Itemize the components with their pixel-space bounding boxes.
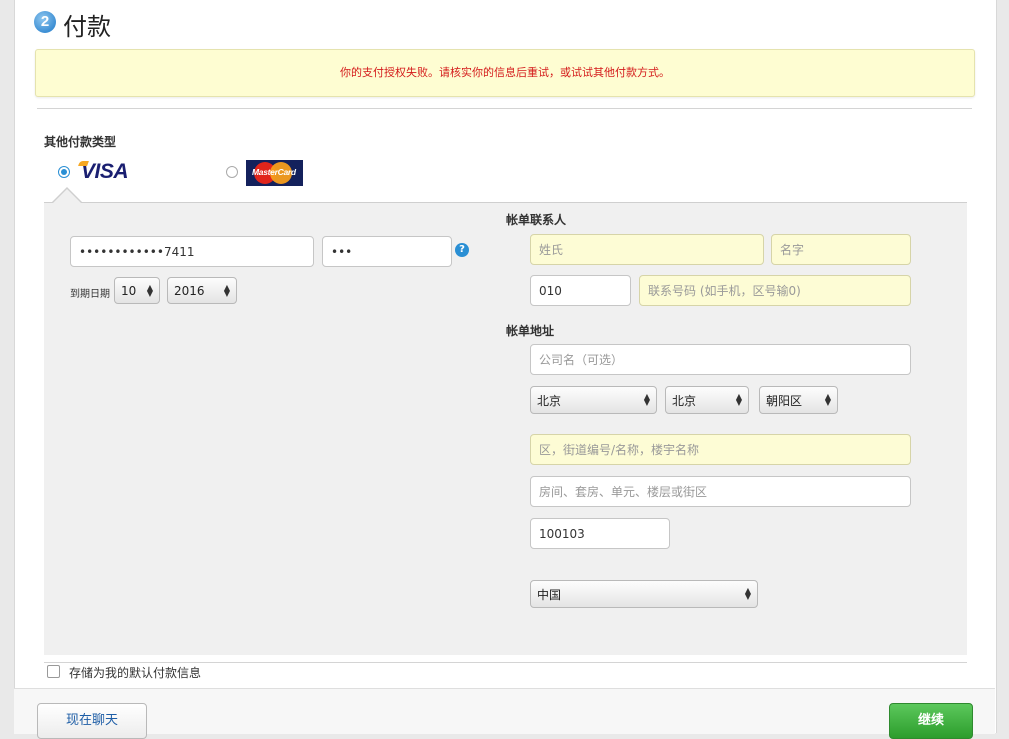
- mastercard-logo[interactable]: MasterCard: [246, 160, 303, 186]
- page-title: 付款: [63, 13, 111, 41]
- other-payment-types-label: 其他付款类型: [44, 135, 117, 149]
- phone-input[interactable]: 联系号码 (如手机，区号输0): [639, 275, 911, 306]
- select-arrows-icon: ▲ ▼: [223, 282, 230, 298]
- error-message: 你的支付授权失败。请核实你的信息后重试，或试试其他付款方式。: [340, 66, 670, 79]
- postal-code-input[interactable]: 100103: [530, 518, 670, 549]
- selection-caret-inner: [53, 189, 81, 203]
- select-arrows-icon: ▲ ▼: [735, 392, 742, 407]
- continue-button[interactable]: 继续: [889, 703, 973, 739]
- save-default-label: 存储为我的默认付款信息: [69, 666, 202, 680]
- step-number-badge: 2: [34, 11, 56, 33]
- country-select[interactable]: 中国 ▲ ▼: [530, 580, 758, 608]
- unit-input[interactable]: 房间、套房、单元、楼层或街区: [530, 476, 911, 507]
- expiry-year-select[interactable]: 2016 ▲ ▼: [167, 277, 237, 304]
- save-default-checkbox[interactable]: [47, 665, 60, 678]
- area-code-input[interactable]: 010: [530, 275, 631, 306]
- error-alert: 你的支付授权失败。请核实你的信息后重试，或试试其他付款方式。: [35, 49, 975, 97]
- last-name-input[interactable]: 姓氏: [530, 234, 764, 265]
- visa-logo[interactable]: VISA: [78, 160, 129, 184]
- expiry-month-select[interactable]: 10 ▲ ▼: [114, 277, 160, 304]
- payment-form-area: [44, 202, 967, 655]
- expiry-label: 到期日期: [70, 289, 110, 300]
- street-input[interactable]: 区，街道编号/名称，楼宇名称: [530, 434, 911, 465]
- first-name-input[interactable]: 名字: [771, 234, 911, 265]
- card-number-input[interactable]: ••••••••••••7411: [70, 236, 314, 267]
- select-arrows-icon: ▲ ▼: [146, 282, 153, 298]
- footer-bar: [14, 688, 995, 734]
- visa-swoosh-icon: [78, 161, 89, 166]
- security-code-input[interactable]: •••: [322, 236, 452, 267]
- province-select[interactable]: 北京 ▲ ▼: [530, 386, 657, 414]
- divider: [44, 662, 967, 663]
- chat-now-button[interactable]: 现在聊天: [37, 703, 147, 739]
- district-select[interactable]: 朝阳区 ▲ ▼: [759, 386, 838, 414]
- visa-radio[interactable]: [58, 166, 70, 178]
- help-icon[interactable]: ?: [455, 243, 469, 257]
- select-arrows-icon: ▲ ▼: [643, 392, 650, 407]
- select-arrows-icon: ▲ ▼: [824, 392, 831, 407]
- select-arrows-icon: ▲ ▼: [744, 586, 751, 601]
- billing-address-heading: 帐单地址: [506, 324, 555, 338]
- city-select[interactable]: 北京 ▲ ▼: [665, 386, 749, 414]
- company-input[interactable]: 公司名（可选）: [530, 344, 911, 375]
- mastercard-radio[interactable]: [226, 166, 238, 178]
- billing-contact-heading: 帐单联系人: [506, 213, 567, 227]
- divider: [37, 108, 972, 109]
